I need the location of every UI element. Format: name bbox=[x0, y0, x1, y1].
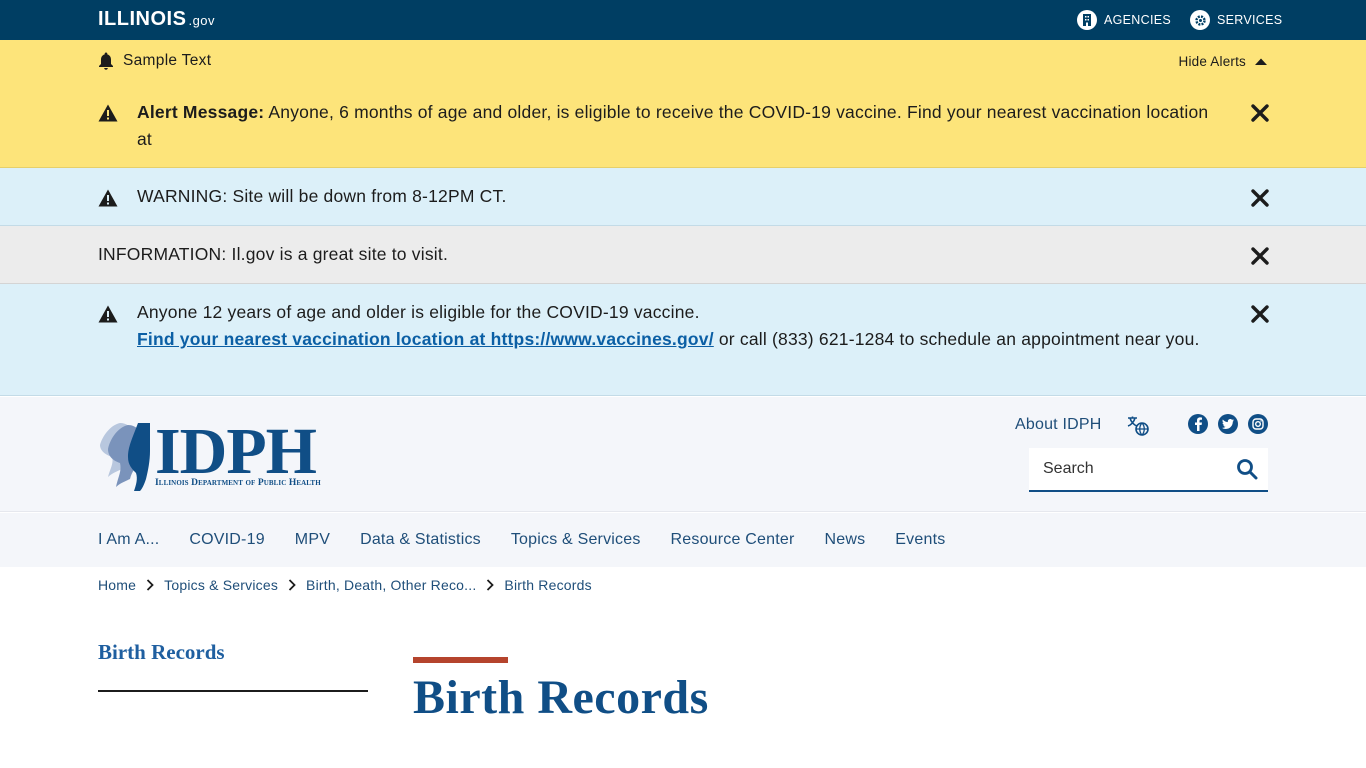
twitter-icon[interactable] bbox=[1218, 414, 1238, 434]
alert-banner-covid: Anyone 12 years of age and older is elig… bbox=[0, 284, 1366, 396]
nav-item-resource-center[interactable]: Resource Center bbox=[671, 531, 795, 549]
hide-alerts-label: Hide Alerts bbox=[1178, 54, 1246, 69]
nav-item-covid-19[interactable]: COVID-19 bbox=[189, 531, 264, 549]
search-box bbox=[1029, 448, 1268, 492]
alert-message: Alert Message: Anyone, 6 months of age a… bbox=[137, 99, 1217, 153]
top-gov-bar: ILLINOIS .gov AGENCIES SERVICES bbox=[0, 0, 1366, 40]
warning-icon bbox=[98, 189, 118, 207]
agencies-link[interactable]: AGENCIES bbox=[1077, 10, 1171, 30]
close-icon[interactable] bbox=[1251, 305, 1269, 323]
nav-item-mpv[interactable]: MPV bbox=[295, 531, 330, 549]
vaccines-gov-link[interactable]: Find your nearest vaccination location a… bbox=[137, 329, 714, 349]
nav-item-events[interactable]: Events bbox=[895, 531, 945, 549]
breadcrumb-home[interactable]: Home bbox=[98, 577, 136, 593]
gov-suffix: .gov bbox=[188, 13, 216, 28]
covid-line-1: Anyone 12 years of age and older is elig… bbox=[137, 302, 700, 322]
nav-item-i-am-a[interactable]: I Am A... bbox=[98, 531, 159, 549]
instagram-icon[interactable] bbox=[1248, 414, 1268, 434]
alert-message-label: Alert Message: bbox=[137, 102, 265, 122]
services-label: SERVICES bbox=[1217, 13, 1283, 27]
title-accent-bar bbox=[413, 657, 508, 663]
idph-wordmark: IDPH bbox=[155, 415, 317, 488]
breadcrumb-current: Birth Records bbox=[504, 577, 592, 593]
warning-icon bbox=[98, 104, 118, 122]
nav-item-topics-services[interactable]: Topics & Services bbox=[511, 531, 641, 549]
chevron-right-icon bbox=[487, 579, 495, 591]
nav-item-news[interactable]: News bbox=[824, 531, 865, 549]
warning-icon bbox=[98, 305, 118, 323]
alert-banner-warning: WARNING: Site will be down from 8-12PM C… bbox=[0, 168, 1366, 226]
page-title: Birth Records bbox=[413, 671, 709, 724]
sample-text: Sample Text bbox=[123, 52, 212, 69]
breadcrumb-birth-death-records[interactable]: Birth, Death, Other Reco... bbox=[306, 577, 476, 593]
illinois-gov-logo[interactable]: ILLINOIS .gov bbox=[98, 8, 215, 31]
facebook-icon[interactable] bbox=[1188, 414, 1208, 434]
main-nav: I Am A... COVID-19 MPV Data & Statistics… bbox=[0, 513, 1366, 567]
alert-banner-info: INFORMATION: Il.gov is a great site to v… bbox=[0, 226, 1366, 284]
close-icon[interactable] bbox=[1251, 104, 1269, 122]
chevron-right-icon bbox=[147, 579, 154, 591]
illinois-logo-text: ILLINOIS bbox=[98, 8, 187, 30]
breadcrumb: Home Topics & Services Birth, Death, Oth… bbox=[98, 577, 592, 593]
gears-icon bbox=[1190, 10, 1210, 30]
close-icon[interactable] bbox=[1251, 189, 1269, 207]
alerts-header: Sample Text bbox=[98, 52, 211, 70]
idph-logo[interactable]: IDPH Illinois Department of Public Healt… bbox=[98, 415, 348, 493]
services-link[interactable]: SERVICES bbox=[1190, 10, 1282, 30]
alert-banner-primary: Sample Text Hide Alerts Alert Message: A… bbox=[0, 40, 1366, 168]
agencies-label: AGENCIES bbox=[1104, 13, 1171, 27]
chevron-up-icon bbox=[1255, 58, 1267, 65]
covid-alert-text: Anyone 12 years of age and older is elig… bbox=[137, 299, 1217, 353]
alert-message-text: Anyone, 6 months of age and older, is el… bbox=[137, 102, 1209, 149]
chevron-right-icon bbox=[288, 579, 296, 591]
sidebar-title[interactable]: Birth Records bbox=[98, 640, 225, 665]
warning-text: WARNING: Site will be down from 8-12PM C… bbox=[137, 186, 507, 206]
hide-alerts-button[interactable]: Hide Alerts bbox=[1179, 54, 1268, 69]
close-icon[interactable] bbox=[1251, 247, 1269, 265]
translate-globe-icon[interactable] bbox=[1127, 416, 1149, 436]
building-icon bbox=[1077, 10, 1097, 30]
breadcrumb-topics-services[interactable]: Topics & Services bbox=[164, 577, 278, 593]
bell-icon bbox=[99, 52, 113, 70]
info-text: INFORMATION: Il.gov is a great site to v… bbox=[98, 244, 449, 264]
sidebar-divider bbox=[98, 690, 368, 692]
about-idph-link[interactable]: About IDPH bbox=[1015, 416, 1101, 434]
illinois-faces-icon bbox=[100, 423, 150, 491]
idph-subtitle: Illinois Department of Public Health bbox=[155, 478, 321, 488]
search-input[interactable] bbox=[1029, 448, 1219, 490]
covid-line-2: or call (833) 621-1284 to schedule an ap… bbox=[713, 329, 1200, 349]
search-icon[interactable] bbox=[1236, 458, 1258, 480]
nav-item-data-statistics[interactable]: Data & Statistics bbox=[360, 531, 481, 549]
site-header: IDPH Illinois Department of Public Healt… bbox=[0, 397, 1366, 512]
